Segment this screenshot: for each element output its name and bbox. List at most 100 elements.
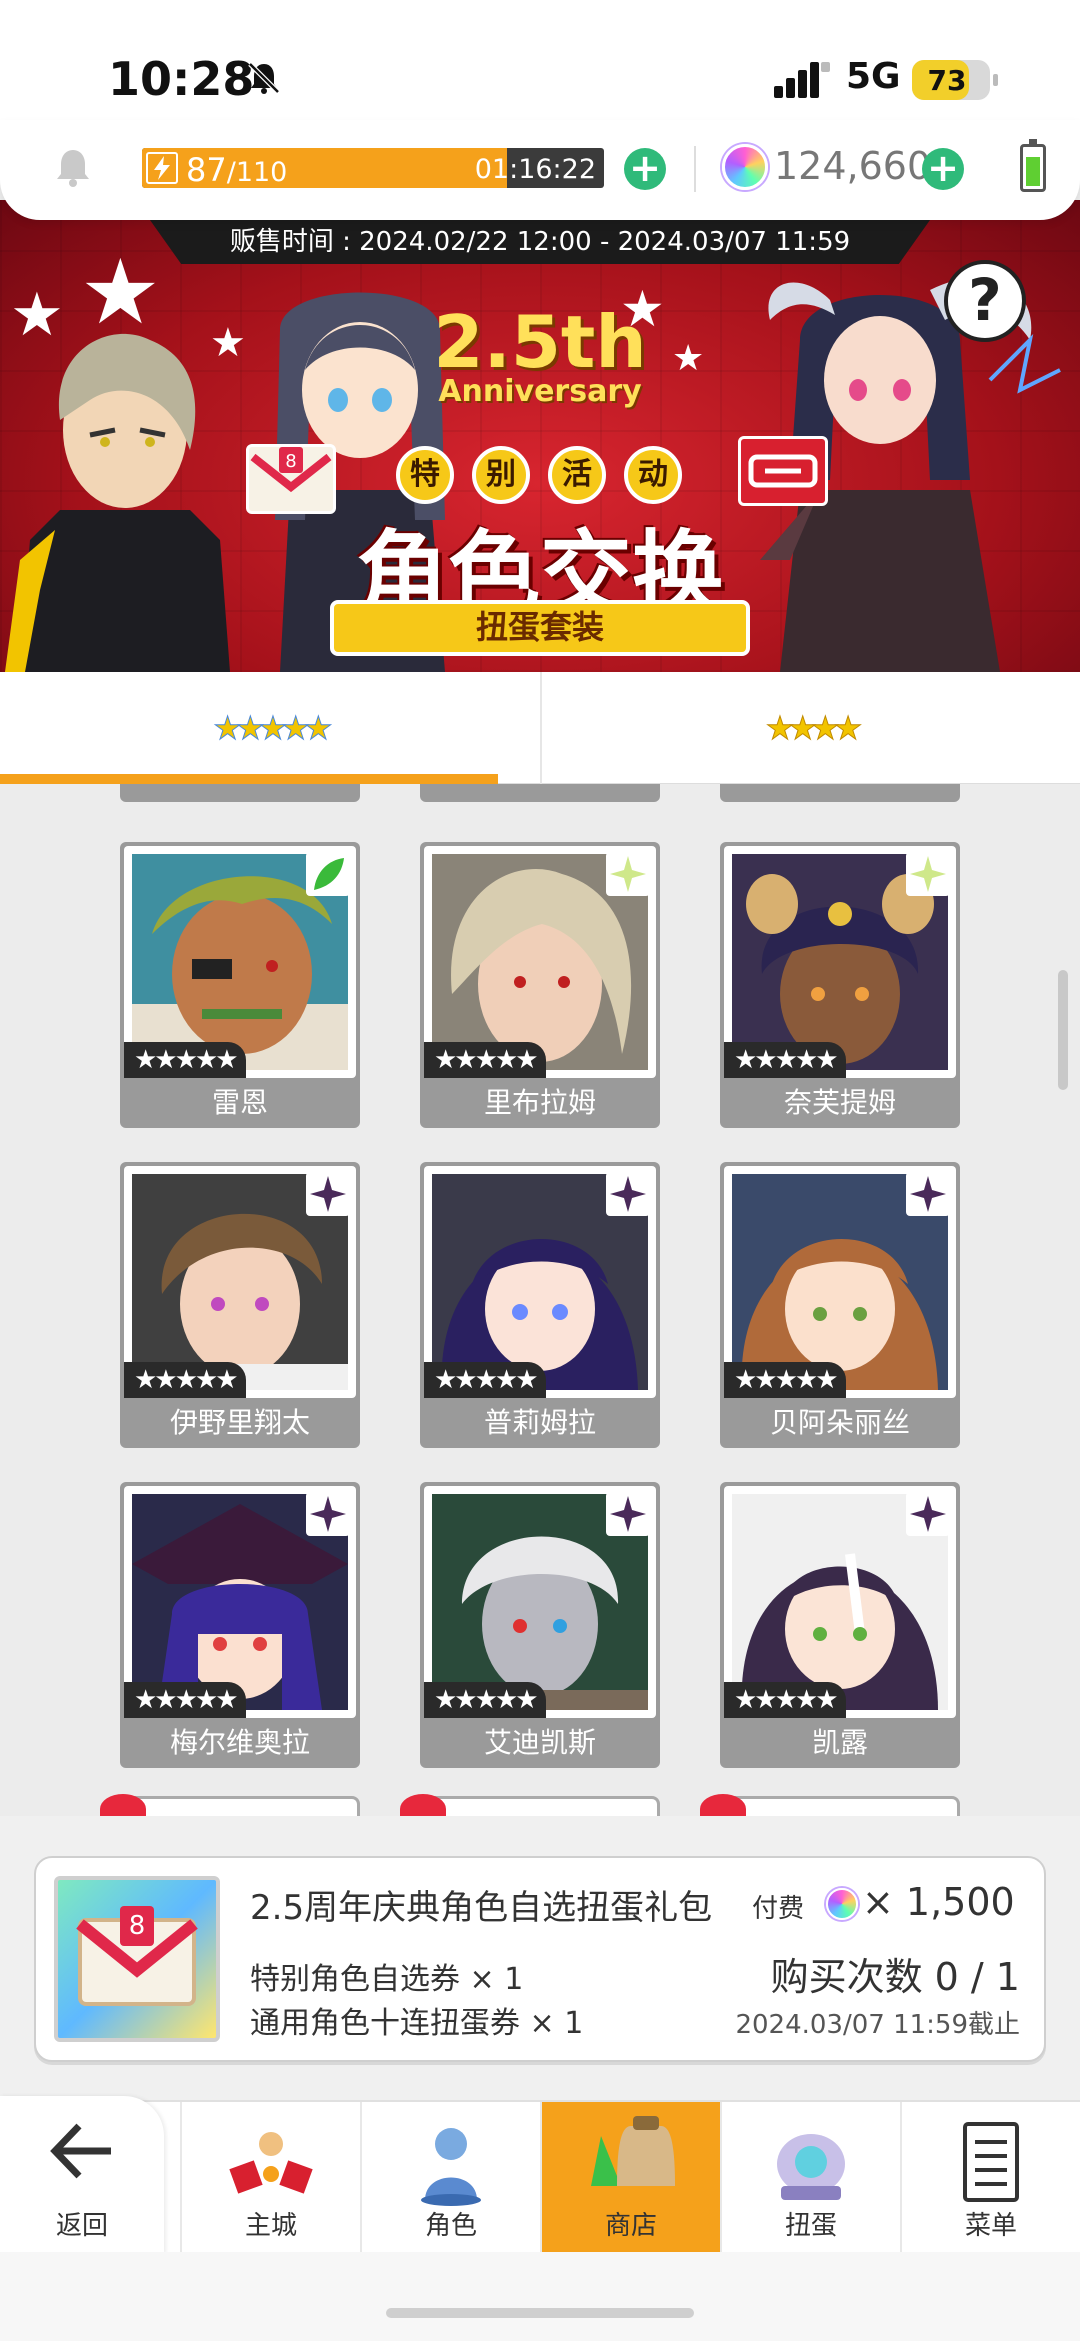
character-name: 普莉姆拉 — [483, 1406, 596, 1439]
card-stars: ★★★★★ — [424, 1042, 546, 1078]
character-name: 艾迪凯斯 — [483, 1726, 596, 1759]
card-stars: ★★★★★ — [724, 1362, 846, 1398]
nav-item-shop[interactable]: 商店 — [540, 2102, 720, 2254]
card-stars: ★★★★★ — [724, 1682, 846, 1718]
resource-bar: 87/110 01:16:22 + 124,660 + — [0, 120, 1080, 220]
purple-sparkle-icon — [306, 1172, 350, 1216]
nav-item-gacha[interactable]: 扭蛋 — [720, 2102, 900, 2254]
purple-sparkle-icon — [306, 1492, 350, 1536]
green-sparkle-icon — [906, 852, 950, 896]
partial-card — [720, 1796, 960, 1816]
purple-sparkle-icon — [606, 1492, 650, 1536]
divider — [694, 146, 696, 192]
ticket-icon — [738, 436, 828, 506]
purple-sparkle-icon — [906, 1492, 950, 1536]
character-icon — [421, 2128, 481, 2206]
character-card[interactable]: ★★★★★ 凯露 — [720, 1482, 960, 1768]
nav-label-menu: 菜单 — [964, 2211, 1017, 2241]
paid-label: 付费 — [752, 1894, 805, 1924]
back-button[interactable]: 返回 — [0, 2096, 164, 2254]
banner-subtitle: 扭蛋套装 — [330, 600, 750, 656]
event-char: 动 — [624, 446, 682, 504]
svg-text:8: 8 — [129, 1911, 146, 1941]
nav-item-castle[interactable]: 主城 — [180, 2102, 360, 2254]
nav-item-character[interactable]: 角色 — [360, 2102, 540, 2254]
purple-sparkle-icon — [906, 1172, 950, 1216]
character-name: 奈芙提姆 — [783, 1086, 896, 1119]
home-indicator[interactable] — [386, 2308, 694, 2318]
event-char: 活 — [548, 446, 606, 504]
nav-label-castle: 主城 — [244, 2211, 297, 2241]
nav-label-gacha: 扭蛋 — [784, 2211, 837, 2241]
character-name: 贝阿朵丽丝 — [769, 1406, 910, 1439]
deadline: 2024.03/07 11:59截止 — [735, 2010, 1020, 2040]
app-root: 10:28 5G 73 87/110 01:16:22 + 124,660 + … — [0, 0, 1080, 2341]
arrow-left-icon — [50, 2123, 111, 2179]
character-name: 梅尔维奥拉 — [169, 1726, 310, 1759]
character-card[interactable]: ★★★★★ 贝阿朵丽丝 — [720, 1162, 960, 1448]
character-name: 雷恩 — [211, 1086, 268, 1119]
tab-selected-indicator — [0, 774, 498, 784]
owned-tag — [700, 1794, 746, 1816]
partial-card — [420, 784, 660, 802]
gift-envelope-icon: 8 — [54, 1876, 220, 2042]
item-content-line: 通用角色十连扭蛋券 × 1 — [250, 2006, 584, 2041]
device-battery-icon — [1020, 139, 1046, 192]
svg-text:8: 8 — [285, 451, 296, 472]
gem-icon — [722, 144, 768, 190]
event-char: 特 — [396, 446, 454, 504]
character-name: 伊野里翔太 — [169, 1406, 310, 1439]
add-gems-button[interactable]: + — [922, 148, 964, 190]
character-grid: ★★★★★ 雷恩 ★★★★★ 里布拉姆 ★★★★★ 奈芙提姆 ★★★★★ 伊野里… — [0, 784, 1080, 1816]
add-stamina-button[interactable]: + — [624, 148, 666, 190]
event-char: 别 — [472, 446, 530, 504]
event-banner: 贩售时间 : 2024.02/22 12:00 - 2024.03/07 11:… — [0, 200, 1080, 672]
back-label: 返回 — [55, 2211, 108, 2241]
lightning-icon — [146, 152, 178, 184]
character-card[interactable]: ★★★★★ 里布拉姆 — [420, 842, 660, 1128]
battery-percent: 73 — [927, 64, 967, 97]
stamina-current: 87 — [186, 151, 227, 188]
gem-count: 124,660 — [774, 144, 932, 188]
partial-card — [120, 1796, 360, 1816]
anniversary-logo: 2.5th Anniversary — [430, 300, 650, 409]
bottom-nav: 返回 主城 角色 商店 扭蛋 菜单 — [0, 2096, 1080, 2254]
character-art-left — [5, 333, 230, 672]
tab-four-star-label: ★★★★ — [765, 709, 863, 748]
character-card[interactable]: ★★★★★ 雷恩 — [120, 842, 360, 1128]
card-stars: ★★★★★ — [124, 1362, 246, 1398]
item-title: 2.5周年庆典角色自选扭蛋礼包 — [250, 1888, 713, 1928]
character-card[interactable]: ★★★★★ 伊野里翔太 — [120, 1162, 360, 1448]
character-card[interactable]: ★★★★★ 梅尔维奥拉 — [120, 1482, 360, 1768]
character-card[interactable]: ★★★★★ 奈芙提姆 — [720, 842, 960, 1128]
grid-scrollbar[interactable] — [1058, 970, 1068, 1090]
clock: 10:28 — [108, 52, 255, 106]
character-card[interactable]: ★★★★★ 艾迪凯斯 — [420, 1482, 660, 1768]
partial-card — [720, 784, 960, 802]
shop-bag-icon — [591, 2116, 675, 2186]
nav-item-menu[interactable]: 菜单 — [900, 2102, 1080, 2254]
tab-four-star[interactable]: ★★★★ — [540, 672, 1080, 784]
character-name: 凯露 — [811, 1726, 868, 1759]
battery-indicator: 73 — [912, 60, 998, 100]
card-stars: ★★★★★ — [124, 1042, 246, 1078]
green-sparkle-icon — [606, 852, 650, 896]
anniversary-number: 2.5th — [433, 300, 647, 384]
partial-card — [420, 1796, 660, 1816]
event-label: 特 别 活 动 — [390, 446, 690, 504]
tab-five-star[interactable]: ★★★★★ — [0, 672, 540, 784]
character-card[interactable]: ★★★★★ 普莉姆拉 — [420, 1162, 660, 1448]
silent-bell-icon — [248, 62, 280, 94]
notification-bell-icon[interactable] — [50, 144, 96, 190]
nav-label-character: 角色 — [424, 2211, 477, 2241]
character-name: 里布拉姆 — [483, 1086, 596, 1119]
card-stars: ★★★★★ — [424, 1682, 546, 1718]
gacha-pack-item[interactable]: 8 2.5周年庆典角色自选扭蛋礼包 付费 × 1,500 特别角色自选券 × 1… — [34, 1856, 1046, 2062]
stamina-timer: 01:16:22 — [474, 154, 596, 185]
castle-icon — [229, 2132, 313, 2194]
gift-envelope-icon: 8 — [246, 444, 336, 514]
tab-five-star-label: ★★★★★ — [213, 709, 333, 748]
green-leaf-icon — [306, 852, 350, 896]
signal-icon — [774, 62, 830, 98]
help-button[interactable]: ? — [944, 260, 1026, 342]
